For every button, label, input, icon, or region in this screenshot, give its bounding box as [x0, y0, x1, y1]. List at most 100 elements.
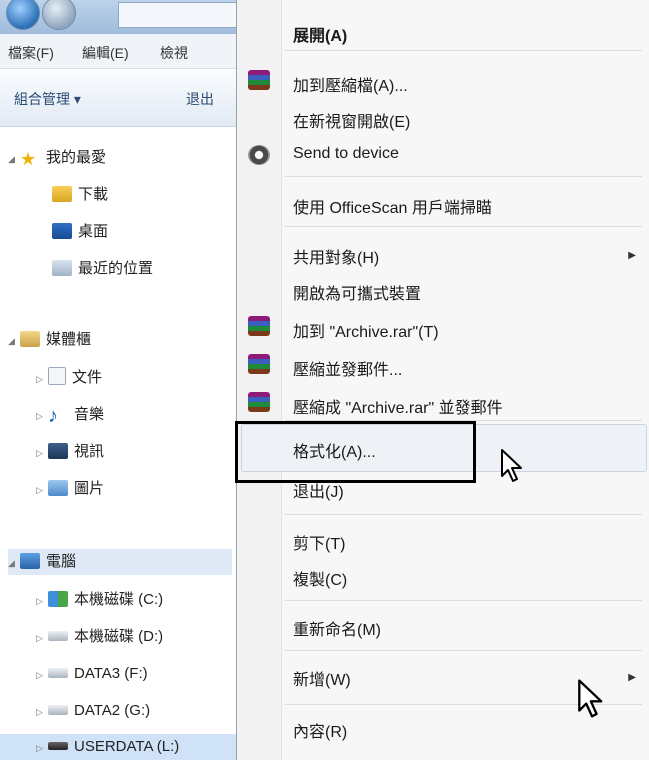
menu-item-open-new-window[interactable]: 在新視窗開啟(E): [293, 108, 410, 132]
menu-item-add-to-archive[interactable]: 加到壓縮檔(A)...: [293, 72, 408, 96]
collapse-arrow-icon[interactable]: ▷: [36, 588, 48, 614]
nav-favorites[interactable]: ◢ ★ 我的最愛: [8, 145, 106, 171]
nav-label: 圖片: [74, 480, 105, 497]
hard-drive-icon: [48, 631, 68, 641]
mouse-cursor-icon: [501, 449, 522, 482]
menu-separator: [285, 650, 642, 651]
nav-label: 下載: [78, 186, 109, 203]
nav-label: 音樂: [74, 406, 105, 423]
nav-label: 我的最愛: [46, 149, 107, 166]
menu-item-cut[interactable]: 剪下(T): [293, 530, 345, 554]
navigation-pane: ◢ ★ 我的最愛 下載 桌面 最近的位置 ◢ 媒體櫃 ▷ 文件 ▷ ♪ 音樂 ▷ 視訊 ▷ 圖片…: [0, 127, 240, 760]
menu-item-add-to-rar[interactable]: 加到 "Archive.rar"(T): [293, 318, 439, 342]
removable-drive-icon: [48, 742, 68, 750]
nav-drive-l[interactable]: ▷ USERDATA (L:): [0, 734, 240, 760]
nav-label: 桌面: [78, 223, 109, 240]
hard-drive-icon: [48, 705, 68, 715]
title-bar: [0, 0, 240, 34]
collapse-arrow-icon[interactable]: ▷: [36, 699, 48, 725]
collapse-arrow-icon[interactable]: ▷: [36, 440, 48, 466]
nav-recent[interactable]: 最近的位置: [52, 256, 153, 282]
menu-separator: [285, 176, 642, 177]
nav-drive-f[interactable]: ▷ DATA3 (F:): [36, 661, 148, 687]
system-drive-icon: [48, 591, 68, 607]
menu-edit[interactable]: 編輯(E): [82, 43, 129, 63]
command-toolbar: 組合管理 ▾ 退出: [0, 70, 240, 127]
menu-icon-gutter: [237, 0, 282, 760]
menu-item-send-to-device[interactable]: Send to device: [293, 145, 399, 163]
nav-music[interactable]: ▷ ♪ 音樂: [36, 402, 104, 428]
nav-drive-d[interactable]: ▷ 本機磁碟 (D:): [36, 624, 163, 650]
address-bar[interactable]: [118, 2, 240, 28]
annotation-highlight-box: [235, 421, 476, 483]
collapse-arrow-icon[interactable]: ▷: [36, 735, 48, 761]
nav-desktop[interactable]: 桌面: [52, 219, 108, 245]
collapse-arrow-icon[interactable]: ▷: [36, 403, 48, 429]
menu-item-open-portable[interactable]: 開啟為可攜式裝置: [293, 280, 421, 304]
nav-label: 視訊: [74, 443, 105, 460]
nav-label: 媒體櫃: [46, 331, 92, 348]
nav-label: 文件: [72, 369, 103, 386]
menu-item-compress-rar-email[interactable]: 壓縮成 "Archive.rar" 並發郵件: [293, 394, 503, 418]
menu-item-new[interactable]: 新增(W): [293, 666, 351, 690]
submenu-arrow-icon: ▶: [628, 672, 636, 683]
menu-item-share-with[interactable]: 共用對象(H): [293, 244, 379, 268]
menu-item-officescan[interactable]: 使用 OfficeScan 用戶端掃瞄: [293, 194, 492, 218]
winrar-icon: [248, 392, 270, 412]
nav-libraries[interactable]: ◢ 媒體櫃: [8, 327, 91, 353]
nav-label: USERDATA (L:): [74, 738, 180, 755]
nav-label: 本機磁碟 (C:): [74, 591, 164, 608]
nav-computer[interactable]: ◢ 電腦: [8, 549, 232, 575]
menu-bar: 檔案(F) 編輯(E) 檢視: [0, 34, 240, 69]
menu-item-expand[interactable]: 展開(A): [293, 22, 347, 46]
nav-label: DATA3 (F:): [74, 665, 148, 682]
nav-downloads[interactable]: 下載: [52, 182, 108, 208]
expand-arrow-icon[interactable]: ◢: [8, 328, 20, 354]
desktop-icon: [52, 223, 72, 239]
nav-label: 電腦: [46, 553, 77, 570]
back-button[interactable]: [6, 0, 40, 30]
nav-drive-c[interactable]: ▷ 本機磁碟 (C:): [36, 587, 163, 613]
videos-icon: [48, 443, 68, 459]
documents-icon: [48, 367, 66, 385]
pictures-icon: [48, 480, 68, 496]
nav-drive-g[interactable]: ▷ DATA2 (G:): [36, 698, 150, 724]
computer-icon: [20, 553, 40, 569]
collapse-arrow-icon[interactable]: ▷: [36, 625, 48, 651]
winrar-icon: [248, 354, 270, 374]
nav-label: DATA2 (G:): [74, 702, 151, 719]
menu-separator: [285, 514, 642, 515]
music-icon: ♪: [48, 405, 58, 427]
menu-separator: [285, 226, 642, 227]
nav-videos[interactable]: ▷ 視訊: [36, 439, 104, 465]
organize-button[interactable]: 組合管理 ▾: [14, 89, 81, 109]
menu-item-compress-email[interactable]: 壓縮並發郵件...: [293, 356, 402, 380]
menu-view[interactable]: 檢視: [160, 43, 188, 63]
nav-documents[interactable]: ▷ 文件: [36, 365, 102, 391]
mouse-cursor-icon: [578, 679, 603, 718]
menu-separator: [285, 50, 642, 51]
menu-item-copy[interactable]: 複製(C): [293, 566, 347, 590]
winrar-icon: [248, 316, 270, 336]
collapse-arrow-icon[interactable]: ▷: [36, 662, 48, 688]
hard-drive-icon: [48, 668, 68, 678]
expand-arrow-icon[interactable]: ◢: [8, 550, 20, 576]
menu-file[interactable]: 檔案(F): [8, 43, 54, 63]
star-icon: ★: [20, 149, 37, 169]
menu-item-properties[interactable]: 內容(R): [293, 718, 347, 742]
winrar-icon: [248, 70, 270, 90]
collapse-arrow-icon[interactable]: ▷: [36, 366, 48, 392]
menu-item-rename[interactable]: 重新命名(M): [293, 616, 381, 640]
forward-button[interactable]: [42, 0, 76, 30]
nav-label: 本機磁碟 (D:): [74, 628, 164, 645]
eject-toolbar-button[interactable]: 退出: [186, 89, 214, 109]
downloads-folder-icon: [52, 186, 72, 202]
libraries-icon: [20, 331, 40, 347]
submenu-arrow-icon: ▶: [628, 250, 636, 261]
collapse-arrow-icon[interactable]: ▷: [36, 477, 48, 503]
send-to-device-icon: [248, 145, 270, 165]
recent-places-icon: [52, 260, 72, 276]
nav-pictures[interactable]: ▷ 圖片: [36, 476, 104, 502]
expand-arrow-icon[interactable]: ◢: [8, 146, 20, 172]
nav-label: 最近的位置: [78, 260, 154, 277]
